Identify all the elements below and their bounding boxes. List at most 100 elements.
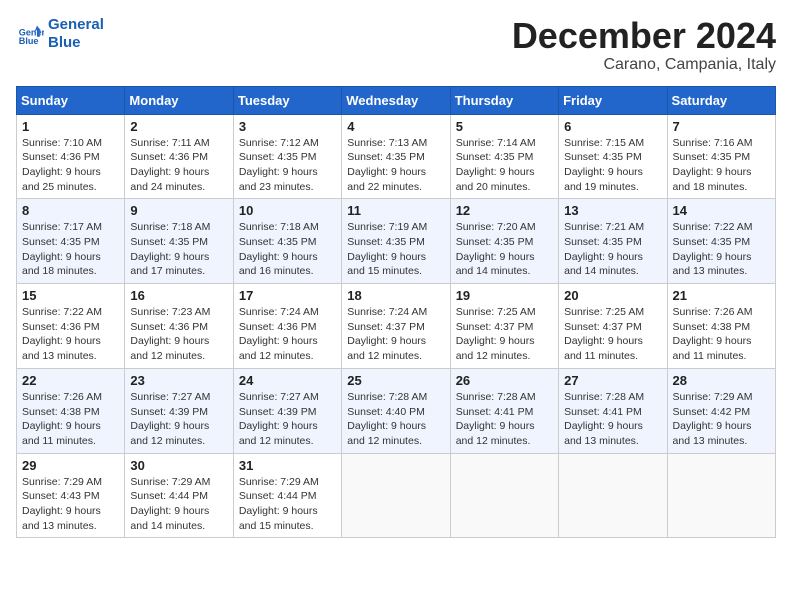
day-info: Sunrise: 7:28 AMSunset: 4:40 PMDaylight:… [347,390,444,449]
page-header: General Blue General Blue December 2024 … [16,16,776,74]
month-title: December 2024 [512,16,776,56]
day-number: 8 [22,203,119,218]
calendar-cell: 13 Sunrise: 7:21 AMSunset: 4:35 PMDaylig… [559,199,667,284]
day-info: Sunrise: 7:22 AMSunset: 4:35 PMDaylight:… [673,220,770,279]
day-info: Sunrise: 7:24 AMSunset: 4:36 PMDaylight:… [239,305,336,364]
calendar-table: SundayMondayTuesdayWednesdayThursdayFrid… [16,86,776,539]
calendar-cell: 15 Sunrise: 7:22 AMSunset: 4:36 PMDaylig… [17,284,125,369]
calendar-cell: 26 Sunrise: 7:28 AMSunset: 4:41 PMDaylig… [450,368,558,453]
calendar-cell: 7 Sunrise: 7:16 AMSunset: 4:35 PMDayligh… [667,114,775,199]
day-number: 27 [564,373,661,388]
logo-line1: General [48,16,104,34]
calendar-cell: 31 Sunrise: 7:29 AMSunset: 4:44 PMDaylig… [233,453,341,538]
calendar-cell: 2 Sunrise: 7:11 AMSunset: 4:36 PMDayligh… [125,114,233,199]
day-info: Sunrise: 7:29 AMSunset: 4:42 PMDaylight:… [673,390,770,449]
calendar-cell [450,453,558,538]
calendar-cell: 23 Sunrise: 7:27 AMSunset: 4:39 PMDaylig… [125,368,233,453]
day-of-week-header: Wednesday [342,86,450,114]
day-info: Sunrise: 7:26 AMSunset: 4:38 PMDaylight:… [22,390,119,449]
day-of-week-header: Friday [559,86,667,114]
day-info: Sunrise: 7:14 AMSunset: 4:35 PMDaylight:… [456,136,553,195]
calendar-cell: 9 Sunrise: 7:18 AMSunset: 4:35 PMDayligh… [125,199,233,284]
calendar-cell: 21 Sunrise: 7:26 AMSunset: 4:38 PMDaylig… [667,284,775,369]
day-of-week-header: Monday [125,86,233,114]
logo: General Blue General Blue [16,16,104,52]
day-info: Sunrise: 7:21 AMSunset: 4:35 PMDaylight:… [564,220,661,279]
day-info: Sunrise: 7:27 AMSunset: 4:39 PMDaylight:… [239,390,336,449]
day-of-week-header: Saturday [667,86,775,114]
day-info: Sunrise: 7:25 AMSunset: 4:37 PMDaylight:… [564,305,661,364]
calendar-week-row: 22 Sunrise: 7:26 AMSunset: 4:38 PMDaylig… [17,368,776,453]
day-number: 13 [564,203,661,218]
day-info: Sunrise: 7:16 AMSunset: 4:35 PMDaylight:… [673,136,770,195]
day-number: 24 [239,373,336,388]
calendar-cell: 12 Sunrise: 7:20 AMSunset: 4:35 PMDaylig… [450,199,558,284]
calendar-cell: 28 Sunrise: 7:29 AMSunset: 4:42 PMDaylig… [667,368,775,453]
calendar-cell: 27 Sunrise: 7:28 AMSunset: 4:41 PMDaylig… [559,368,667,453]
day-number: 6 [564,119,661,134]
day-info: Sunrise: 7:28 AMSunset: 4:41 PMDaylight:… [564,390,661,449]
calendar-cell: 18 Sunrise: 7:24 AMSunset: 4:37 PMDaylig… [342,284,450,369]
day-number: 3 [239,119,336,134]
day-number: 10 [239,203,336,218]
day-number: 28 [673,373,770,388]
day-number: 9 [130,203,227,218]
day-number: 16 [130,288,227,303]
calendar-week-row: 15 Sunrise: 7:22 AMSunset: 4:36 PMDaylig… [17,284,776,369]
day-info: Sunrise: 7:29 AMSunset: 4:43 PMDaylight:… [22,475,119,534]
logo-icon: General Blue [16,20,44,48]
day-info: Sunrise: 7:15 AMSunset: 4:35 PMDaylight:… [564,136,661,195]
calendar-cell: 20 Sunrise: 7:25 AMSunset: 4:37 PMDaylig… [559,284,667,369]
day-info: Sunrise: 7:11 AMSunset: 4:36 PMDaylight:… [130,136,227,195]
day-info: Sunrise: 7:19 AMSunset: 4:35 PMDaylight:… [347,220,444,279]
calendar-cell: 10 Sunrise: 7:18 AMSunset: 4:35 PMDaylig… [233,199,341,284]
day-number: 25 [347,373,444,388]
calendar-cell: 16 Sunrise: 7:23 AMSunset: 4:36 PMDaylig… [125,284,233,369]
calendar-week-row: 8 Sunrise: 7:17 AMSunset: 4:35 PMDayligh… [17,199,776,284]
day-info: Sunrise: 7:17 AMSunset: 4:35 PMDaylight:… [22,220,119,279]
calendar-cell: 19 Sunrise: 7:25 AMSunset: 4:37 PMDaylig… [450,284,558,369]
day-info: Sunrise: 7:29 AMSunset: 4:44 PMDaylight:… [130,475,227,534]
location-subtitle: Carano, Campania, Italy [512,56,776,74]
calendar-header-row: SundayMondayTuesdayWednesdayThursdayFrid… [17,86,776,114]
calendar-cell: 24 Sunrise: 7:27 AMSunset: 4:39 PMDaylig… [233,368,341,453]
day-number: 29 [22,458,119,473]
day-number: 15 [22,288,119,303]
svg-text:Blue: Blue [19,36,39,46]
calendar-cell [559,453,667,538]
title-block: December 2024 Carano, Campania, Italy [512,16,776,74]
day-number: 18 [347,288,444,303]
calendar-cell: 17 Sunrise: 7:24 AMSunset: 4:36 PMDaylig… [233,284,341,369]
day-info: Sunrise: 7:27 AMSunset: 4:39 PMDaylight:… [130,390,227,449]
day-info: Sunrise: 7:18 AMSunset: 4:35 PMDaylight:… [130,220,227,279]
logo-line2: Blue [48,34,104,52]
day-info: Sunrise: 7:26 AMSunset: 4:38 PMDaylight:… [673,305,770,364]
day-number: 19 [456,288,553,303]
calendar-cell: 14 Sunrise: 7:22 AMSunset: 4:35 PMDaylig… [667,199,775,284]
day-number: 26 [456,373,553,388]
calendar-cell: 11 Sunrise: 7:19 AMSunset: 4:35 PMDaylig… [342,199,450,284]
day-number: 12 [456,203,553,218]
calendar-cell: 6 Sunrise: 7:15 AMSunset: 4:35 PMDayligh… [559,114,667,199]
day-number: 30 [130,458,227,473]
day-number: 31 [239,458,336,473]
day-number: 2 [130,119,227,134]
calendar-cell: 5 Sunrise: 7:14 AMSunset: 4:35 PMDayligh… [450,114,558,199]
day-of-week-header: Thursday [450,86,558,114]
calendar-cell: 8 Sunrise: 7:17 AMSunset: 4:35 PMDayligh… [17,199,125,284]
day-info: Sunrise: 7:24 AMSunset: 4:37 PMDaylight:… [347,305,444,364]
day-info: Sunrise: 7:22 AMSunset: 4:36 PMDaylight:… [22,305,119,364]
calendar-cell: 3 Sunrise: 7:12 AMSunset: 4:35 PMDayligh… [233,114,341,199]
day-info: Sunrise: 7:29 AMSunset: 4:44 PMDaylight:… [239,475,336,534]
day-of-week-header: Tuesday [233,86,341,114]
day-number: 17 [239,288,336,303]
day-info: Sunrise: 7:13 AMSunset: 4:35 PMDaylight:… [347,136,444,195]
calendar-cell [342,453,450,538]
day-number: 1 [22,119,119,134]
calendar-week-row: 29 Sunrise: 7:29 AMSunset: 4:43 PMDaylig… [17,453,776,538]
calendar-cell: 29 Sunrise: 7:29 AMSunset: 4:43 PMDaylig… [17,453,125,538]
calendar-cell: 30 Sunrise: 7:29 AMSunset: 4:44 PMDaylig… [125,453,233,538]
calendar-week-row: 1 Sunrise: 7:10 AMSunset: 4:36 PMDayligh… [17,114,776,199]
day-number: 4 [347,119,444,134]
day-of-week-header: Sunday [17,86,125,114]
